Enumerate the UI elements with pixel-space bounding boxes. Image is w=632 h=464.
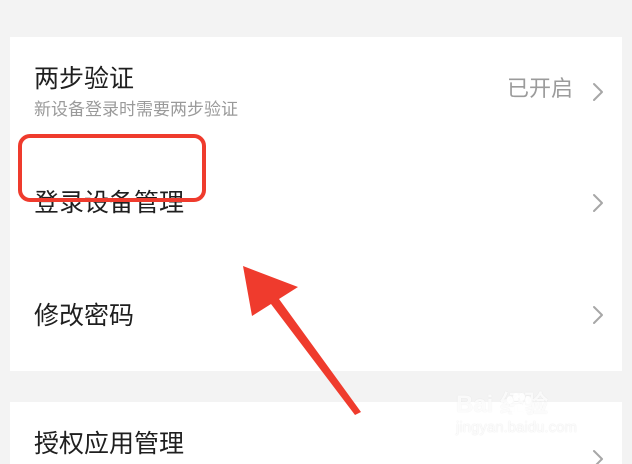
change-password-title: 修改密码 xyxy=(34,301,135,330)
settings-frame: 两步验证 新设备登录时需要两步验证 已开启 登录设备管理 修改密码 授权应用管理… xyxy=(10,0,622,464)
chevron-right-icon xyxy=(593,83,603,101)
chevron-right-icon xyxy=(593,450,603,464)
two-step-verification-title: 两步验证 xyxy=(34,64,135,93)
chevron-right-icon xyxy=(593,306,603,324)
login-device-management-title: 登录设备管理 xyxy=(34,188,185,217)
chevron-right-icon xyxy=(593,194,603,212)
top-section-gap xyxy=(10,0,622,37)
two-step-verification-row[interactable]: 两步验证 新设备登录时需要两步验证 已开启 xyxy=(10,37,622,147)
authorized-app-management-row[interactable]: 授权应用管理 xyxy=(10,402,622,464)
settings-group-security: 两步验证 新设备登录时需要两步验证 已开启 登录设备管理 修改密码 xyxy=(10,37,622,371)
change-password-row[interactable]: 修改密码 xyxy=(10,259,622,371)
login-device-management-row[interactable]: 登录设备管理 xyxy=(10,147,622,259)
security-settings-screen: 两步验证 新设备登录时需要两步验证 已开启 登录设备管理 修改密码 授权应用管理… xyxy=(0,0,632,464)
two-step-verification-description: 新设备登录时需要两步验证 xyxy=(34,100,238,120)
two-step-verification-status: 已开启 xyxy=(506,77,573,102)
authorized-app-management-title: 授权应用管理 xyxy=(34,429,185,458)
settings-group-authorized-apps: 授权应用管理 xyxy=(10,402,622,464)
